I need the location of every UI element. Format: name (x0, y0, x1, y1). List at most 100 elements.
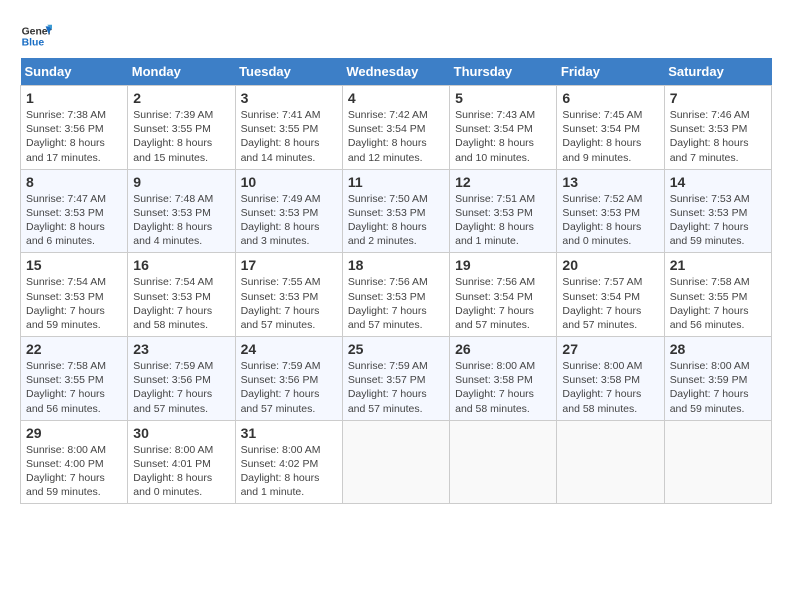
svg-text:Blue: Blue (22, 38, 45, 49)
day-number: 3 (241, 90, 337, 106)
calendar-day-cell: 5Sunrise: 7:43 AM Sunset: 3:54 PM Daylig… (450, 86, 557, 170)
calendar-day-cell: 19 Sunrise: 7:56 AM Sunset: 3:54 PM Dayli… (450, 253, 557, 337)
day-number: 14 (670, 174, 766, 190)
day-number: 27 (562, 341, 658, 357)
calendar-day-cell: 24 Sunrise: 7:59 AM Sunset: 3:56 PM Dayli… (235, 337, 342, 421)
day-info: Sunrise: 7:42 AM Sunset: 3:54 PM Dayligh… (348, 108, 444, 165)
day-info: Sunrise: 7:58 AM Sunset: 3:55 PM Dayligh… (26, 359, 122, 416)
calendar-week-row: 1 Sunrise: 7:38 AM Sunset: 3:56 PM Daylig… (21, 86, 772, 170)
calendar-day-cell: 9 Sunrise: 7:48 AM Sunset: 3:53 PM Daylig… (128, 169, 235, 253)
day-number: 22 (26, 341, 122, 357)
calendar-day-cell: 13 Sunrise: 7:52 AM Sunset: 3:53 PM Dayli… (557, 169, 664, 253)
day-header-friday: Friday (557, 58, 664, 86)
calendar-day-cell: 7 Sunrise: 7:46 AM Sunset: 3:53 PM Daylig… (664, 86, 771, 170)
calendar-day-cell: 14 Sunrise: 7:53 AM Sunset: 3:53 PM Dayli… (664, 169, 771, 253)
day-info: Sunrise: 8:00 AM Sunset: 3:58 PM Dayligh… (562, 359, 658, 416)
day-info: Sunrise: 7:50 AM Sunset: 3:53 PM Dayligh… (348, 192, 444, 249)
day-number: 21 (670, 257, 766, 273)
day-number: 19 (455, 257, 551, 273)
day-number: 15 (26, 257, 122, 273)
day-info: Sunrise: 7:55 AM Sunset: 3:53 PM Dayligh… (241, 275, 337, 332)
day-number: 20 (562, 257, 658, 273)
calendar-day-cell: 17 Sunrise: 7:55 AM Sunset: 3:53 PM Dayli… (235, 253, 342, 337)
day-info: Sunrise: 7:54 AM Sunset: 3:53 PM Dayligh… (26, 275, 122, 332)
day-info: Sunrise: 8:00 AM Sunset: 4:02 PM Dayligh… (241, 443, 337, 500)
day-header-monday: Monday (128, 58, 235, 86)
empty-cell (450, 420, 557, 504)
day-number: 1 (26, 90, 122, 106)
day-info: Sunrise: 8:00 AM Sunset: 3:58 PM Dayligh… (455, 359, 551, 416)
calendar-day-cell: 4 Sunrise: 7:42 AM Sunset: 3:54 PM Daylig… (342, 86, 449, 170)
day-number: 28 (670, 341, 766, 357)
day-info: Sunrise: 7:52 AM Sunset: 3:53 PM Dayligh… (562, 192, 658, 249)
day-header-sunday: Sunday (21, 58, 128, 86)
day-number: 6 (562, 90, 658, 106)
day-header-saturday: Saturday (664, 58, 771, 86)
day-info: Sunrise: 7:48 AM Sunset: 3:53 PM Dayligh… (133, 192, 229, 249)
calendar-day-cell: 20Sunrise: 7:57 AM Sunset: 3:54 PM Dayli… (557, 253, 664, 337)
calendar-day-cell: 6 Sunrise: 7:45 AM Sunset: 3:54 PM Daylig… (557, 86, 664, 170)
day-number: 18 (348, 257, 444, 273)
day-number: 12 (455, 174, 551, 190)
day-info: Sunrise: 7:53 AM Sunset: 3:53 PM Dayligh… (670, 192, 766, 249)
calendar-day-cell: 8 Sunrise: 7:47 AM Sunset: 3:53 PM Daylig… (21, 169, 128, 253)
day-header-tuesday: Tuesday (235, 58, 342, 86)
calendar-day-cell: 1 Sunrise: 7:38 AM Sunset: 3:56 PM Daylig… (21, 86, 128, 170)
day-info: Sunrise: 7:59 AM Sunset: 3:57 PM Dayligh… (348, 359, 444, 416)
calendar-day-cell: 28Sunrise: 8:00 AM Sunset: 3:59 PM Dayli… (664, 337, 771, 421)
day-number: 10 (241, 174, 337, 190)
logo-icon: General Blue (20, 20, 52, 52)
calendar-week-row: 22 Sunrise: 7:58 AM Sunset: 3:55 PM Dayli… (21, 337, 772, 421)
day-info: Sunrise: 7:58 AM Sunset: 3:55 PM Dayligh… (670, 275, 766, 332)
day-number: 9 (133, 174, 229, 190)
calendar-day-cell: 22 Sunrise: 7:58 AM Sunset: 3:55 PM Dayli… (21, 337, 128, 421)
day-number: 7 (670, 90, 766, 106)
day-number: 2 (133, 90, 229, 106)
calendar-day-cell: 12 Sunrise: 7:51 AM Sunset: 3:53 PM Dayli… (450, 169, 557, 253)
day-number: 4 (348, 90, 444, 106)
day-number: 11 (348, 174, 444, 190)
day-number: 13 (562, 174, 658, 190)
day-header-thursday: Thursday (450, 58, 557, 86)
day-info: Sunrise: 7:56 AM Sunset: 3:53 PM Dayligh… (348, 275, 444, 332)
day-number: 31 (241, 425, 337, 441)
day-header-wednesday: Wednesday (342, 58, 449, 86)
calendar-day-cell: 23Sunrise: 7:59 AM Sunset: 3:56 PM Dayli… (128, 337, 235, 421)
day-number: 24 (241, 341, 337, 357)
day-info: Sunrise: 7:38 AM Sunset: 3:56 PM Dayligh… (26, 108, 122, 165)
empty-cell (342, 420, 449, 504)
calendar-header-row: SundayMondayTuesdayWednesdayThursdayFrid… (21, 58, 772, 86)
calendar-day-cell: 18 Sunrise: 7:56 AM Sunset: 3:53 PM Dayli… (342, 253, 449, 337)
page-header: General Blue (20, 20, 772, 52)
calendar-table: SundayMondayTuesdayWednesdayThursdayFrid… (20, 58, 772, 504)
day-number: 29 (26, 425, 122, 441)
day-info: Sunrise: 7:39 AM Sunset: 3:55 PM Dayligh… (133, 108, 229, 165)
day-info: Sunrise: 7:46 AM Sunset: 3:53 PM Dayligh… (670, 108, 766, 165)
day-info: Sunrise: 7:59 AM Sunset: 3:56 PM Dayligh… (241, 359, 337, 416)
calendar-day-cell: 15 Sunrise: 7:54 AM Sunset: 3:53 PM Dayli… (21, 253, 128, 337)
day-number: 17 (241, 257, 337, 273)
day-number: 26 (455, 341, 551, 357)
day-info: Sunrise: 7:45 AM Sunset: 3:54 PM Dayligh… (562, 108, 658, 165)
calendar-day-cell: 10 Sunrise: 7:49 AM Sunset: 3:53 PM Dayli… (235, 169, 342, 253)
day-info: Sunrise: 7:47 AM Sunset: 3:53 PM Dayligh… (26, 192, 122, 249)
calendar-day-cell: 31 Sunrise: 8:00 AM Sunset: 4:02 PM Dayli… (235, 420, 342, 504)
day-info: Sunrise: 7:51 AM Sunset: 3:53 PM Dayligh… (455, 192, 551, 249)
empty-cell (557, 420, 664, 504)
calendar-day-cell: 2 Sunrise: 7:39 AM Sunset: 3:55 PM Daylig… (128, 86, 235, 170)
calendar-day-cell: 29 Sunrise: 8:00 AM Sunset: 4:00 PM Dayli… (21, 420, 128, 504)
calendar-day-cell: 11 Sunrise: 7:50 AM Sunset: 3:53 PM Dayli… (342, 169, 449, 253)
day-info: Sunrise: 8:00 AM Sunset: 4:00 PM Dayligh… (26, 443, 122, 500)
day-number: 8 (26, 174, 122, 190)
day-info: Sunrise: 7:41 AM Sunset: 3:55 PM Dayligh… (241, 108, 337, 165)
day-info: Sunrise: 7:49 AM Sunset: 3:53 PM Dayligh… (241, 192, 337, 249)
calendar-week-row: 8 Sunrise: 7:47 AM Sunset: 3:53 PM Daylig… (21, 169, 772, 253)
day-number: 23 (133, 341, 229, 357)
day-number: 30 (133, 425, 229, 441)
calendar-week-row: 29 Sunrise: 8:00 AM Sunset: 4:00 PM Dayli… (21, 420, 772, 504)
day-info: Sunrise: 8:00 AM Sunset: 4:01 PM Dayligh… (133, 443, 229, 500)
calendar-day-cell: 25 Sunrise: 7:59 AM Sunset: 3:57 PM Dayli… (342, 337, 449, 421)
calendar-day-cell: 26 Sunrise: 8:00 AM Sunset: 3:58 PM Dayli… (450, 337, 557, 421)
day-number: 25 (348, 341, 444, 357)
day-info: Sunrise: 7:56 AM Sunset: 3:54 PM Dayligh… (455, 275, 551, 332)
